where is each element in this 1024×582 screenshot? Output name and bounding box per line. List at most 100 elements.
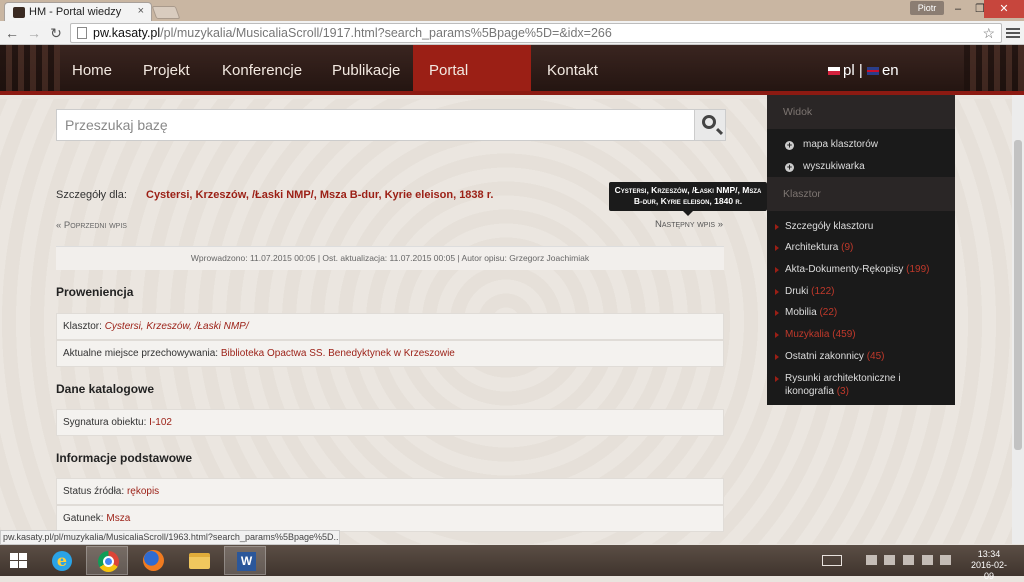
address-bar[interactable]: pw.kasaty.pl/pl/muzykalia/MusicaliaScrol…: [70, 23, 1002, 43]
sidebar-link-label: Akta-Dokumenty-Rękopisy: [785, 264, 904, 275]
tab-close-icon[interactable]: ×: [138, 5, 144, 17]
nav-portal-wiedzy[interactable]: Portal wiedzy: [413, 45, 531, 131]
sidebar-link-count: (3): [836, 386, 849, 397]
plus-circle-icon: +: [785, 140, 794, 150]
taskbar-explorer[interactable]: [178, 546, 220, 575]
minimize-icon[interactable]: –: [946, 0, 970, 18]
browser-toolbar: ← → ↻ pw.kasaty.pl/pl/muzykalia/Musicali…: [0, 21, 1024, 45]
lang-pl[interactable]: pl: [843, 62, 855, 79]
url-path: /pl/muzykalia/MusicaliaScroll/1917.html?…: [160, 26, 612, 40]
tab-strip: HM - Portal wiedzy × Piotr – ❐ ✕: [0, 0, 1024, 21]
forward-arrow-icon[interactable]: →: [24, 23, 44, 43]
flag-icon[interactable]: [866, 555, 877, 565]
status-bar-url: pw.kasaty.pl/pl/muzykalia/MusicaliaScrol…: [0, 530, 340, 545]
next-entry-tooltip: Cystersi, Krzeszów, /Łaski NMP/, Msza B-…: [609, 182, 767, 216]
sidebar-link-akta[interactable]: Akta-Dokumenty-Rękopisy (199): [767, 263, 955, 276]
row-gatunek: Gatunek: Msza: [56, 505, 724, 532]
volume-icon[interactable]: [940, 555, 951, 565]
sidebar-link-label: Architektura: [785, 242, 839, 253]
taskbar-ie[interactable]: e: [40, 546, 82, 575]
sidebar-link-count: (122): [811, 286, 835, 297]
sidebar-link-label: Szczegóły klasztoru: [785, 221, 874, 232]
row-status: Status źródła: rękopis: [56, 478, 724, 505]
sidebar-link-count: (199): [906, 264, 930, 275]
favicon-icon: [13, 7, 25, 18]
sidebar-link-szczegoly[interactable]: Szczegóły klasztoru: [767, 220, 955, 233]
sidebar-link-label: Muzykalia: [785, 329, 830, 340]
nav-konferencje[interactable]: Konferencje: [206, 45, 318, 91]
en-flag-icon: [866, 67, 879, 76]
search-input[interactable]: Przeszukaj bazę: [65, 110, 168, 141]
internet-explorer-icon: e: [52, 551, 72, 571]
sidebar-head-widok: Widok: [767, 95, 955, 129]
site-nav: Home Projekt Konferencje Publikacje Port…: [0, 45, 1024, 131]
row-klasztor: Klasztor: Cystersi, Krzeszów, /Łaski NMP…: [56, 313, 724, 340]
sidebar-item-label: mapa klasztorów: [803, 139, 879, 150]
sidebar-item-label: wyszukiwarka: [803, 161, 865, 172]
search-box[interactable]: Przeszukaj bazę: [56, 109, 726, 141]
sidebar-link-muzykalia[interactable]: Muzykalia (459): [767, 328, 955, 341]
sidebar-head-klasztor: Klasztor: [767, 177, 955, 211]
scrollbar-thumb[interactable]: [1014, 140, 1022, 450]
lang-separator: |: [858, 62, 863, 79]
sygnatura-link[interactable]: I-102: [149, 417, 172, 428]
browser-tab[interactable]: HM - Portal wiedzy ×: [4, 2, 152, 21]
sidebar-link-label: Ostatni zakonnicy: [785, 351, 864, 362]
start-button[interactable]: [0, 546, 42, 575]
page-scrollbar[interactable]: [1012, 95, 1024, 544]
taskbar-chrome[interactable]: [86, 546, 128, 575]
sidebar-link-architektura[interactable]: Architektura (9): [767, 241, 955, 254]
details-value: Cystersi, Krzeszów, /Łaski NMP/, Msza B-…: [146, 189, 494, 201]
menu-icon[interactable]: [1006, 26, 1020, 40]
section-informacje-podstawowe: Informacje podstawowe: [56, 451, 193, 465]
pl-flag-icon: [828, 67, 840, 76]
language-switch: pl | en: [828, 62, 899, 79]
reload-icon[interactable]: ↻: [46, 23, 66, 43]
row-sygnatura: Sygnatura obiektu: I-102: [56, 409, 724, 436]
sidebar-link-druki[interactable]: Druki (122): [767, 285, 955, 298]
status-link[interactable]: rękopis: [127, 486, 159, 497]
sidebar-link-count: (9): [841, 242, 854, 253]
lang-en[interactable]: en: [882, 62, 899, 79]
miejsce-label: Aktualne miejsce przechowywania:: [63, 348, 219, 359]
prev-entry-link[interactable]: « Poprzedni wpis: [56, 220, 127, 231]
clock-time: 13:34: [977, 549, 1001, 559]
taskbar: e W 13:34 2016-02-09: [0, 545, 1024, 581]
taskbar-firefox[interactable]: [132, 546, 174, 575]
nav-home[interactable]: Home: [56, 45, 128, 91]
back-arrow-icon[interactable]: ←: [2, 23, 22, 43]
miejsce-link[interactable]: Biblioteka Opactwa SS. Benedyktynek w Kr…: [221, 348, 455, 359]
klasztor-link[interactable]: Cystersi, Krzeszów, /Łaski NMP/: [105, 321, 249, 332]
klasztor-label: Klasztor:: [63, 321, 102, 332]
nav-kontakt[interactable]: Kontakt: [531, 45, 614, 91]
sidebar-link-ostatni[interactable]: Ostatni zakonnicy (45): [767, 350, 955, 363]
plus-circle-icon: +: [785, 162, 794, 172]
window-close-icon[interactable]: ✕: [984, 0, 1024, 18]
sidebar-item-mapa[interactable]: + mapa klasztorów: [767, 139, 955, 150]
keyboard-icon[interactable]: [822, 555, 842, 566]
profile-button[interactable]: Piotr: [910, 1, 944, 15]
nav-publikacje[interactable]: Publikacje: [316, 45, 416, 91]
nav-projekt[interactable]: Projekt: [127, 45, 206, 91]
taskbar-word[interactable]: W: [224, 546, 266, 575]
status-label: Status źródła:: [63, 486, 125, 497]
gatunek-link[interactable]: Msza: [106, 513, 130, 524]
tray-arrow-icon[interactable]: [884, 555, 895, 565]
tray-clock[interactable]: 13:34 2016-02-09: [966, 549, 1012, 582]
chrome-icon: [98, 551, 119, 572]
new-tab-button[interactable]: [151, 6, 181, 19]
section-proweniencja: Proweniencja: [56, 285, 134, 299]
firefox-icon: [143, 550, 164, 571]
clock-date: 2016-02-09: [970, 560, 1008, 581]
sidebar-item-wyszukiwarka[interactable]: + wyszukiwarka: [767, 161, 955, 172]
search-button[interactable]: [694, 110, 725, 140]
device-icon[interactable]: [903, 555, 914, 565]
sidebar-link-label: Mobilia: [785, 307, 817, 318]
next-entry-link[interactable]: Następny wpis »: [655, 219, 723, 230]
bookmark-star-icon[interactable]: ☆: [982, 24, 995, 42]
signal-icon[interactable]: [922, 555, 933, 565]
sidebar-link-label: Druki: [785, 286, 809, 297]
sidebar-link-rysunki[interactable]: Rysunki architektoniczne i ikonografia (…: [767, 372, 955, 398]
sidebar-link-mobilia[interactable]: Mobilia (22): [767, 306, 955, 319]
nav-decoration-right: [964, 45, 1024, 91]
